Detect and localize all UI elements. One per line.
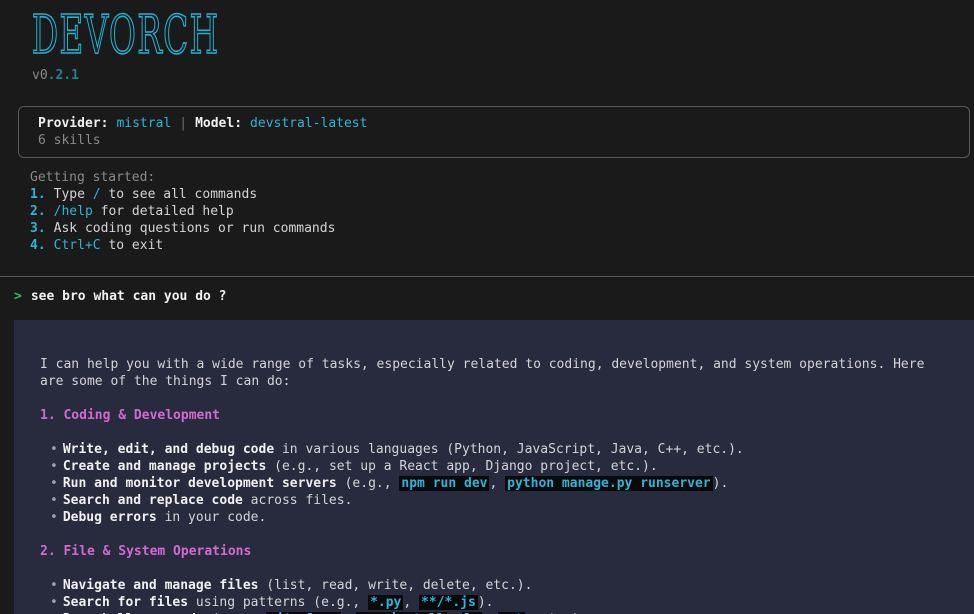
item-number: 1. bbox=[30, 187, 46, 202]
provider-model-box: Provider: mistral | Model: devstral-latest 6… bbox=[18, 106, 970, 158]
bullet-text: Search for files bbox=[62, 595, 189, 610]
bullet-item: • Debug errors in your code. bbox=[50, 509, 948, 526]
getting-started-title: Getting started: bbox=[30, 170, 156, 185]
bullet-icon: • bbox=[50, 578, 58, 593]
plain-text: Type bbox=[53, 187, 93, 202]
bullet-icon: • bbox=[50, 459, 58, 474]
bullet-text: Write, edit, and debug code bbox=[62, 442, 275, 457]
bullet-list: • Navigate and manage files (list, read, … bbox=[50, 577, 948, 614]
bullet-icon: • bbox=[50, 595, 58, 610]
item-number: 4. bbox=[30, 238, 46, 253]
bullet-item: • Create and manage projects (e.g., set u… bbox=[50, 458, 948, 475]
separator: | bbox=[179, 116, 188, 131]
getting-started-item: 3. Ask coding questions or run commands bbox=[30, 220, 974, 237]
prompt-symbol: > bbox=[14, 289, 22, 304]
command-text: /help bbox=[53, 204, 93, 219]
item-number: 2. bbox=[30, 204, 46, 219]
bullet-text: across files. bbox=[242, 493, 353, 508]
version-prefix: v0 bbox=[32, 68, 48, 83]
bullet-item: • Search for files using patterns (e.g., … bbox=[50, 594, 948, 611]
getting-started-item: 1. Type / to see all commands bbox=[30, 186, 974, 203]
bullet-list: • Write, edit, and debug code in various … bbox=[50, 441, 948, 526]
version-number: .2.1 bbox=[47, 68, 79, 83]
inline-code: **/*.js bbox=[419, 595, 478, 610]
app-logo-text: DEVORCH bbox=[32, 12, 220, 60]
inline-code: *.py bbox=[368, 595, 404, 610]
getting-started-item: 4. Ctrl+C to exit bbox=[30, 237, 974, 254]
bullet-text: (list, read, write, delete, etc.). bbox=[258, 578, 533, 593]
bullet-text: , bbox=[489, 476, 506, 491]
bullet-text: , bbox=[403, 595, 420, 610]
inline-code: python manage.py runserver bbox=[505, 476, 713, 491]
bullet-text: Run and monitor development servers bbox=[62, 476, 337, 491]
plain-text: Ask coding questions or run commands bbox=[53, 221, 336, 236]
getting-started-item: 2. /help for detailed help bbox=[30, 203, 974, 220]
plain-text: for detailed help bbox=[92, 204, 234, 219]
bullet-text: in various languages (Python, JavaScript… bbox=[274, 442, 744, 457]
prompt-text: see bro what can you do ? bbox=[30, 289, 227, 304]
inline-code: npm run dev bbox=[399, 476, 490, 491]
bullet-icon: • bbox=[50, 442, 58, 457]
getting-started: Getting started: 1. Type / to see all com… bbox=[30, 169, 974, 254]
response-sections: 1. Coding & Development • Write, edit, and… bbox=[40, 407, 948, 614]
bullet-text: (e.g., set up a React app, Django projec… bbox=[266, 459, 658, 474]
bullet-text: in your code. bbox=[156, 510, 267, 525]
getting-started-list: 1. Type / to see all commands 2. /help for … bbox=[30, 186, 974, 254]
bullet-text: ). bbox=[477, 595, 494, 610]
skills-count: 6 skills bbox=[38, 133, 101, 148]
model-label: Model: bbox=[195, 116, 243, 131]
divider bbox=[0, 276, 974, 277]
provider-model-line: Provider: mistral | Model: devstral-latest bbox=[38, 115, 950, 132]
bullet-item: • Write, edit, and debug code in various … bbox=[50, 441, 948, 458]
bullet-text: Navigate and manage files bbox=[62, 578, 259, 593]
command-text: Ctrl+C bbox=[53, 238, 101, 253]
response-intro-line-2: are some of the things I can do: bbox=[40, 374, 291, 389]
bullet-text: ). bbox=[712, 476, 729, 491]
terminal-window: DEVORCH v0.2.1 Provider: mistral | Model: de… bbox=[0, 0, 974, 614]
bullet-text: (e.g., bbox=[336, 476, 400, 491]
user-prompt-line[interactable]: > see bro what can you do ? bbox=[14, 288, 974, 305]
bullet-text: Search and replace code bbox=[62, 493, 243, 508]
plain-text: to see all commands bbox=[100, 187, 258, 202]
response-intro-line-1: I can help you with a wide range of task… bbox=[40, 357, 925, 372]
bullet-text: using patterns (e.g., bbox=[188, 595, 369, 610]
model-value: devstral-latest bbox=[250, 116, 368, 131]
bullet-icon: • bbox=[50, 493, 58, 508]
app-logo: DEVORCH bbox=[0, 0, 974, 66]
bullet-icon: • bbox=[50, 476, 58, 491]
bullet-text: Debug errors bbox=[62, 510, 157, 525]
provider-label: Provider: bbox=[38, 116, 109, 131]
provider-value: mistral bbox=[116, 116, 172, 131]
section-heading: 1. Coding & Development bbox=[40, 408, 221, 423]
app-logo-art: DEVORCH bbox=[31, 4, 220, 66]
bullet-item: • Search and replace code across files. bbox=[50, 492, 948, 509]
item-number: 3. bbox=[30, 221, 46, 236]
command-text: / bbox=[92, 187, 101, 202]
assistant-response-panel[interactable]: I can help you with a wide range of task… bbox=[14, 320, 974, 614]
bullet-item: • Navigate and manage files (list, read, … bbox=[50, 577, 948, 594]
app-version: v0.2.1 bbox=[0, 65, 974, 84]
plain-text: to exit bbox=[100, 238, 164, 253]
bullet-item: • Run and monitor development servers (e.… bbox=[50, 475, 948, 492]
section-heading: 2. File & System Operations bbox=[40, 544, 252, 559]
bullet-text: Create and manage projects bbox=[62, 459, 267, 474]
bullet-icon: • bbox=[50, 510, 58, 525]
